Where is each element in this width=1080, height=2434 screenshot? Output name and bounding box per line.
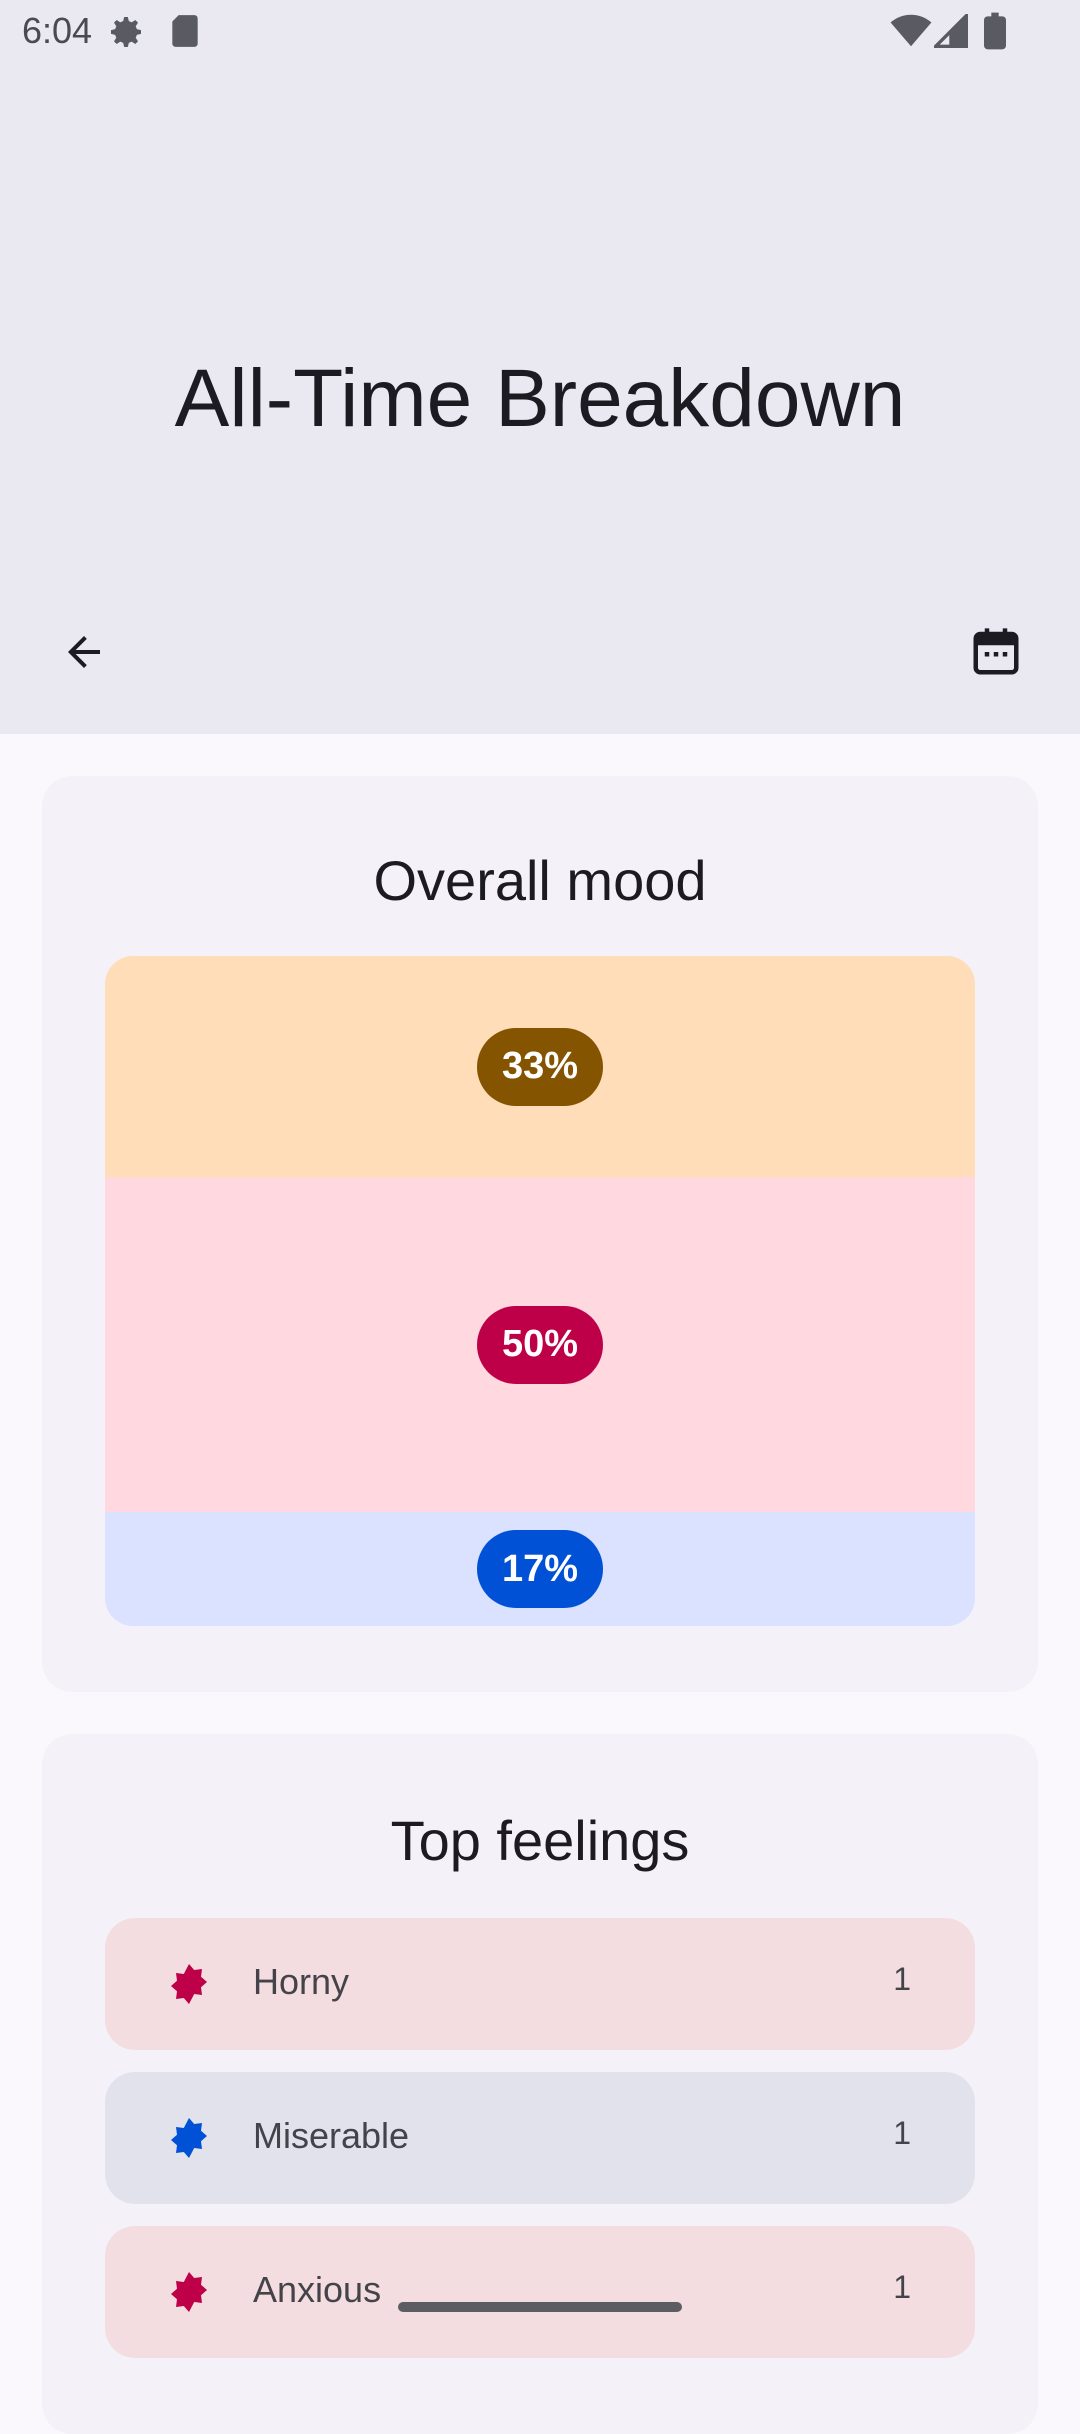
feeling-row-horny[interactable]: Horny 1 <box>105 1918 975 2050</box>
mood-segment: 17% <box>105 1512 975 1626</box>
arrow-back-icon <box>68 636 100 668</box>
feeling-name: Anxious <box>253 2269 382 2310</box>
feeling-row-miserable[interactable]: Miserable 1 <box>105 2072 975 2204</box>
sd-card-icon <box>168 12 202 55</box>
battery-icon <box>984 12 1006 55</box>
app-bar: 6:04 All-Time Breakdown <box>0 0 1080 734</box>
top-feelings-card: Top feelings Horny 1 Miserable 1 Anxious… <box>42 1734 1038 2434</box>
back-button[interactable] <box>36 604 132 700</box>
overall-mood-title: Overall mood <box>373 849 707 912</box>
home-indicator[interactable] <box>398 2302 682 2312</box>
feeling-count: 1 <box>893 2269 911 2305</box>
mood-percent-badge: 50% <box>477 1305 603 1384</box>
calendar-icon <box>973 628 1019 675</box>
overall-mood-card: Overall mood 33% 50% 17% <box>42 776 1038 1692</box>
settings-icon <box>106 12 146 57</box>
feeling-count: 1 <box>893 2115 911 2151</box>
feeling-row-anxious[interactable]: Anxious 1 <box>105 2226 975 2358</box>
status-time: 6:04 <box>22 10 93 51</box>
mood-stacked-bar: 33% 50% 17% <box>105 956 975 1626</box>
feeling-name: Horny <box>253 1961 350 2002</box>
flower-icon <box>171 1964 207 2004</box>
mood-percent-badge: 17% <box>477 1530 603 1608</box>
signal-icon <box>931 11 968 53</box>
flower-icon <box>171 2272 207 2312</box>
mood-segment: 33% <box>105 956 975 1177</box>
top-feelings-title: Top feelings <box>390 1809 690 1872</box>
mood-percent-badge: 33% <box>477 1027 603 1106</box>
wifi-icon <box>890 14 932 53</box>
feeling-count: 1 <box>893 1961 911 1997</box>
mood-segment: 50% <box>105 1177 975 1512</box>
status-bar: 6:04 <box>0 0 1080 64</box>
calendar-button[interactable] <box>948 604 1044 700</box>
page-title: All-Time Breakdown <box>174 353 906 444</box>
feeling-name: Miserable <box>253 2115 410 2156</box>
flower-icon <box>171 2118 207 2158</box>
